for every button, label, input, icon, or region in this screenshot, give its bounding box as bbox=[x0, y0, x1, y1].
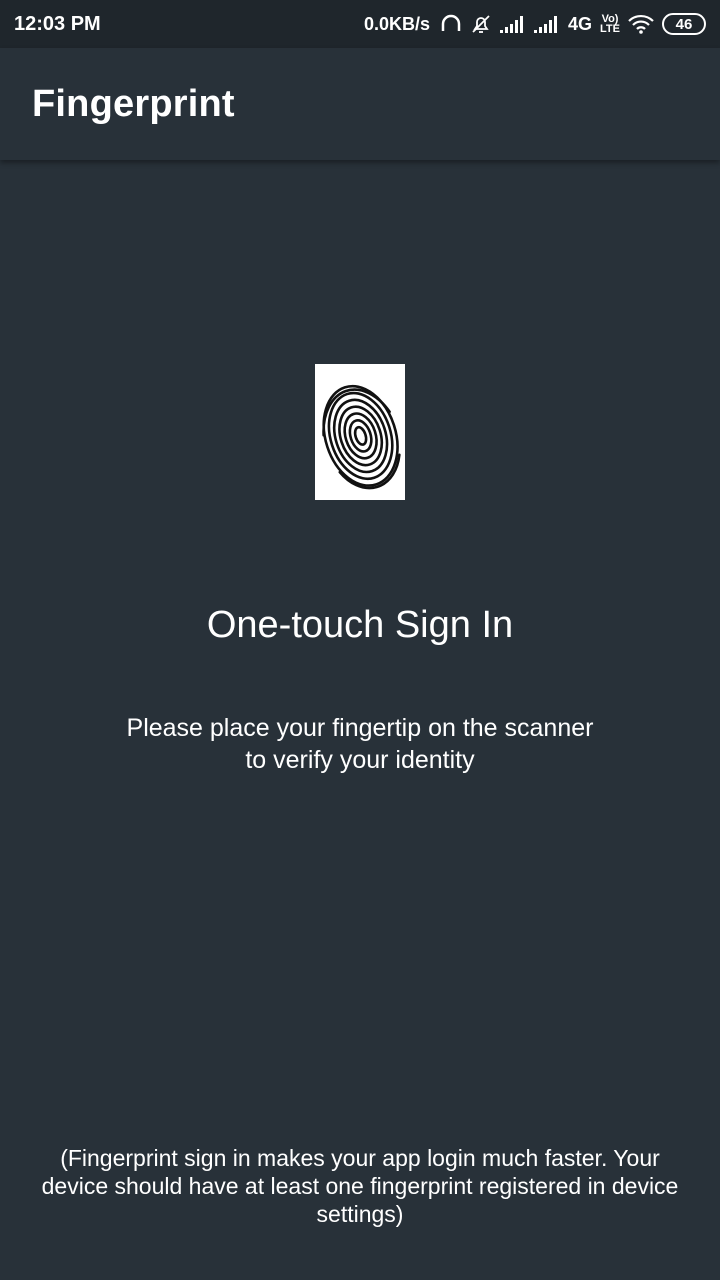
instruction-text: Please place your fingertip on the scann… bbox=[60, 712, 660, 776]
headphones-icon bbox=[440, 13, 462, 35]
signal-icon bbox=[500, 15, 526, 33]
page-title: Fingerprint bbox=[32, 82, 235, 125]
headline: One-touch Sign In bbox=[206, 604, 514, 646]
status-time: 12:03 PM bbox=[14, 12, 101, 35]
footnote-text: (Fingerprint sign in makes your app logi… bbox=[41, 1145, 679, 1227]
app-bar: Fingerprint bbox=[0, 48, 720, 160]
network-type: 4G bbox=[568, 13, 593, 34]
status-bar: 12:03 PM 0.0KB/s 4G Vo) LTE 46 bbox=[0, 0, 720, 48]
bell-off-icon bbox=[470, 13, 492, 35]
network-speed: 0.0KB/s bbox=[363, 13, 431, 34]
fingerprint-screen: 12:03 PM 0.0KB/s 4G Vo) LTE 46 Fingerpri… bbox=[0, 0, 720, 1280]
volte-indicator: Vo) LTE bbox=[600, 13, 620, 35]
instruction-line-1: Please place your fingertip on the scann… bbox=[126, 714, 594, 742]
signal-icon bbox=[534, 15, 560, 33]
wifi-icon bbox=[628, 14, 654, 34]
instruction-line-2: to verify your identity bbox=[245, 746, 475, 774]
fingerprint-icon bbox=[315, 364, 405, 500]
battery-icon: 46 bbox=[662, 13, 706, 35]
status-icons: 0.0KB/s 4G Vo) LTE 46 bbox=[364, 13, 706, 35]
